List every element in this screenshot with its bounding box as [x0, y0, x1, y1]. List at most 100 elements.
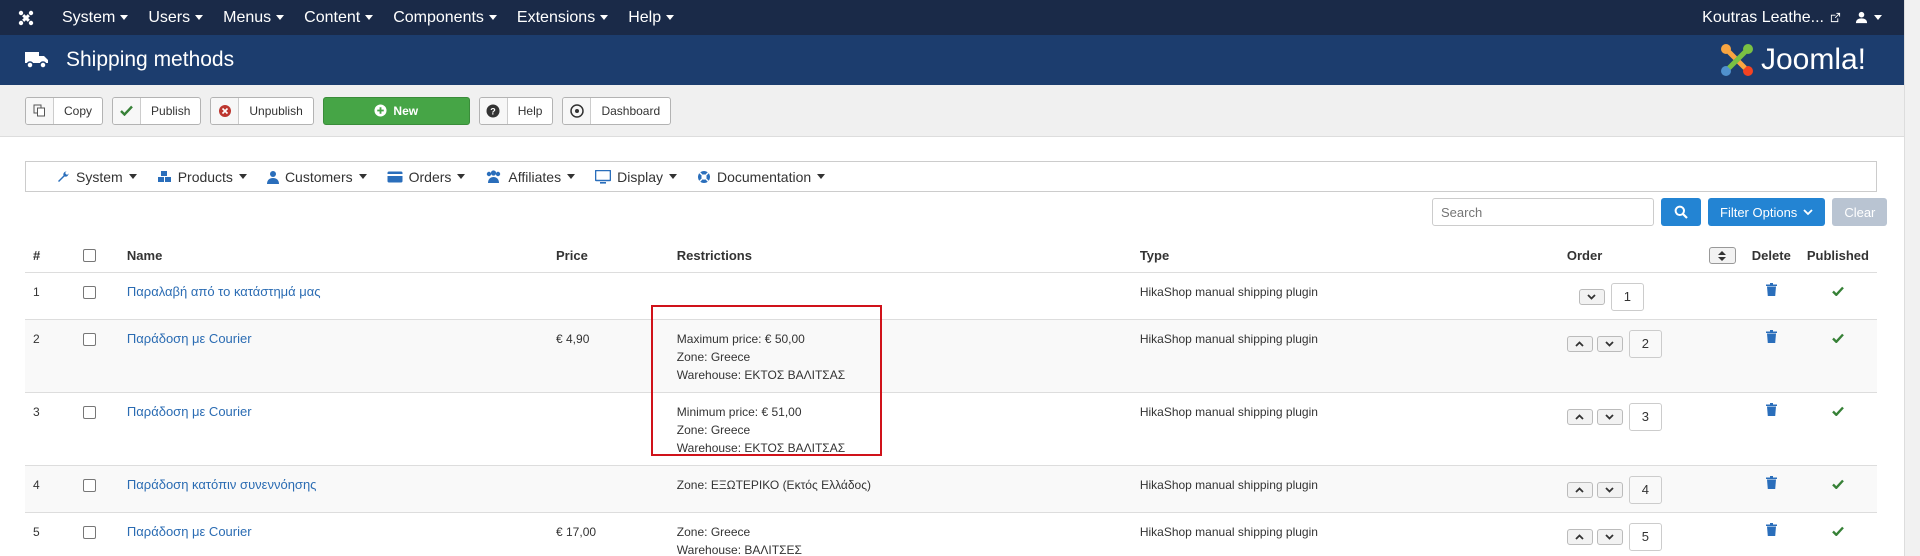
order-input[interactable]: 3: [1628, 402, 1662, 431]
col-order[interactable]: Order: [1558, 240, 1701, 273]
help-button[interactable]: ? Help: [478, 96, 554, 125]
row-checkbox[interactable]: [82, 285, 96, 299]
check-icon[interactable]: [1832, 333, 1844, 344]
search-input[interactable]: [1432, 198, 1654, 226]
menu-menus[interactable]: Menus: [213, 0, 294, 35]
trash-icon[interactable]: [1765, 282, 1777, 296]
menu-help[interactable]: Help: [618, 0, 684, 35]
shipping-method-link[interactable]: Παράδοση με Courier: [127, 331, 252, 346]
move-down-button[interactable]: [1596, 408, 1623, 425]
chevron-up-icon: [1575, 413, 1585, 420]
restriction-line: Zone: Greece: [676, 349, 751, 364]
new-button[interactable]: New: [322, 96, 470, 125]
move-down-button[interactable]: [1596, 528, 1623, 545]
move-down-button[interactable]: [1596, 335, 1623, 352]
row-order-cell: 2: [1558, 319, 1701, 393]
chevron-down-icon: [669, 174, 677, 179]
check-icon[interactable]: [1832, 526, 1844, 537]
order-input[interactable]: 4: [1628, 475, 1662, 504]
menu-components[interactable]: Components: [383, 0, 507, 35]
shipping-method-link[interactable]: Παραλαβή από το κατάστημά μας: [127, 284, 321, 299]
page-header: Shipping methods Joomla!: [0, 35, 1904, 85]
vertical-scrollbar[interactable]: [1904, 0, 1920, 556]
copy-button[interactable]: Copy: [25, 96, 104, 125]
trash-icon[interactable]: [1765, 475, 1777, 489]
check-icon[interactable]: [1832, 479, 1844, 490]
user-menu[interactable]: [1855, 11, 1882, 24]
order-input[interactable]: 5: [1628, 522, 1662, 551]
site-link[interactable]: Koutras Leathe...: [1702, 9, 1841, 27]
submenu-system[interactable]: System: [56, 169, 137, 185]
shipping-method-link[interactable]: Παράδοση με Courier: [127, 404, 252, 419]
submenu-products[interactable]: Products: [157, 169, 247, 185]
menu-users[interactable]: Users: [138, 0, 213, 35]
row-type: HikaShop manual shipping plugin: [1131, 319, 1559, 393]
clear-button[interactable]: Clear: [1832, 198, 1888, 226]
submenu-display[interactable]: Display: [595, 169, 677, 185]
order-input[interactable]: 2: [1628, 329, 1662, 358]
row-checkbox[interactable]: [82, 405, 96, 419]
row-delete-cell: [1743, 465, 1799, 513]
dashboard-icon: [563, 97, 592, 124]
row-checkbox[interactable]: [82, 525, 96, 539]
submenu-documentation[interactable]: Documentation: [697, 169, 826, 185]
row-checkbox[interactable]: [82, 332, 96, 346]
col-type[interactable]: Type: [1131, 240, 1559, 273]
shipping-method-link[interactable]: Παράδοση με Courier: [127, 524, 252, 539]
unpublish-button[interactable]: Unpublish: [210, 96, 314, 125]
check-all-checkbox[interactable]: [82, 249, 96, 263]
user-icon: [1855, 11, 1868, 24]
check-icon[interactable]: [1832, 406, 1844, 417]
check-icon: [113, 97, 142, 124]
order-input[interactable]: 1: [1610, 282, 1644, 311]
toolbar: Copy Publish Unpublish New ? Help Dashbo…: [0, 85, 1904, 137]
hikashop-submenu: System Products Customers Orders Affilia…: [25, 161, 1877, 192]
col-price[interactable]: Price: [548, 240, 669, 273]
chevron-down-icon: [817, 174, 826, 179]
search-bar: Filter Options Clear: [1432, 198, 1888, 226]
search-button[interactable]: [1661, 198, 1701, 226]
col-published[interactable]: Published: [1798, 240, 1877, 273]
shipping-method-link[interactable]: Παράδοση κατόπιν συνεννόησης: [127, 477, 317, 492]
col-name[interactable]: Name: [118, 240, 548, 273]
submenu-orders[interactable]: Orders: [387, 169, 466, 185]
menu-content[interactable]: Content: [294, 0, 383, 35]
trash-icon[interactable]: [1765, 329, 1777, 343]
trash-icon[interactable]: [1765, 402, 1777, 416]
menu-extensions[interactable]: Extensions: [507, 0, 618, 35]
check-icon[interactable]: [1832, 286, 1844, 297]
move-up-button[interactable]: [1566, 481, 1593, 498]
row-price: [548, 272, 669, 320]
move-up-button[interactable]: [1566, 408, 1593, 425]
move-up-button[interactable]: [1566, 335, 1593, 352]
row-number: 3: [25, 392, 71, 466]
shipping-methods-table: # Name Price Restrictions Type Order Del…: [25, 240, 1877, 556]
row-order-gap: [1700, 465, 1744, 513]
chevron-down-icon: [365, 15, 374, 20]
joomla-brand: Joomla!: [1719, 42, 1866, 78]
move-up-button[interactable]: [1566, 528, 1593, 545]
row-checkbox[interactable]: [82, 478, 96, 492]
submenu-affiliates[interactable]: Affiliates: [485, 169, 576, 185]
user-icon: [266, 170, 279, 184]
filter-options-button[interactable]: Filter Options: [1708, 198, 1826, 226]
restriction-line: Warehouse: ΒΑΛΙΤΣΕΣ: [676, 542, 802, 556]
save-order-button[interactable]: [1708, 247, 1736, 265]
chevron-down-icon: [128, 174, 137, 179]
submenu-customers[interactable]: Customers: [266, 169, 367, 185]
move-down-button[interactable]: [1596, 481, 1623, 498]
row-restrictions: Maximum price: € 50,00 Zone: Greece Ware…: [668, 319, 1132, 393]
row-name-cell: Παράδοση με Courier: [118, 392, 548, 466]
row-restrictions: Zone: Greece Warehouse: ΒΑΛΙΤΣΕΣ: [668, 512, 1132, 556]
row-checkbox-cell: [70, 512, 119, 556]
row-name-cell: Παραλαβή από το κατάστημά μας: [118, 272, 548, 320]
trash-icon[interactable]: [1765, 522, 1777, 536]
move-down-button[interactable]: [1578, 288, 1605, 305]
times-circle-icon: [211, 97, 240, 124]
dashboard-button[interactable]: Dashboard: [562, 96, 672, 125]
restriction-line: Zone: ΕΞΩΤΕΡΙΚΟ (Εκτός Ελλάδος): [676, 477, 871, 492]
publish-button[interactable]: Publish: [112, 96, 202, 125]
menu-system[interactable]: System: [52, 0, 138, 35]
joomla-home-icon[interactable]: [0, 10, 52, 26]
row-published-cell: [1798, 512, 1877, 556]
